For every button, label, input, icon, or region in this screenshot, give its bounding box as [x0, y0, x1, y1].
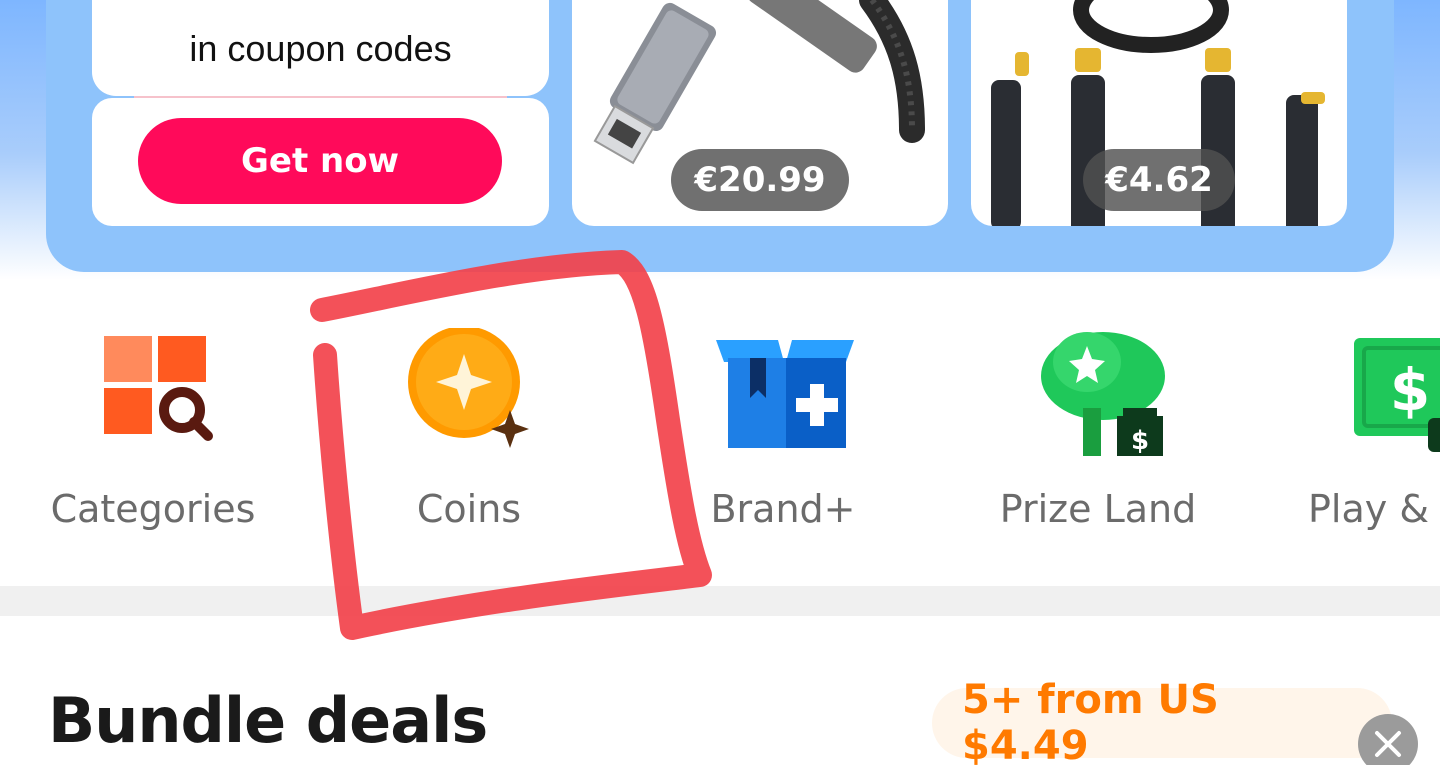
- coin-icon: [408, 328, 529, 448]
- bundle-deals-link[interactable]: 5+ from US $4.49 ›: [932, 677, 1392, 765]
- nav-prize-land[interactable]: $ Prize Land: [968, 320, 1228, 560]
- product-card-usbc[interactable]: €4.62: [971, 0, 1347, 226]
- svg-text:$: $: [1390, 356, 1430, 424]
- nav-label: Categories: [50, 487, 256, 531]
- brand-plus-icon: [716, 340, 854, 448]
- close-button[interactable]: [1358, 714, 1418, 765]
- bundle-deals-link-label: 5+ from US $4.49: [962, 677, 1219, 765]
- get-now-button[interactable]: Get now: [138, 118, 502, 204]
- price-pill: €4.62: [1083, 149, 1235, 211]
- categories-icon: [104, 336, 213, 441]
- cash-icon: $: [1354, 338, 1440, 452]
- product-card-cable[interactable]: €20.99: [572, 0, 948, 226]
- coupon-text: in coupon codes: [189, 28, 452, 69]
- nav-label: Coins: [416, 487, 522, 531]
- price-pill: €20.99: [671, 149, 849, 211]
- bundle-deals-title: Bundle deals: [48, 684, 488, 757]
- nav-label: Play & I: [1308, 487, 1440, 531]
- nav-brand-plus[interactable]: Brand+: [653, 320, 913, 560]
- nav-coins[interactable]: Coins: [339, 320, 599, 560]
- nav-categories[interactable]: Categories: [23, 320, 283, 560]
- nav-play[interactable]: $ Play & I: [1280, 320, 1440, 560]
- section-divider: [0, 586, 1440, 616]
- nav-label: Brand+: [710, 487, 856, 531]
- close-icon: [1375, 731, 1401, 757]
- nav-label: Prize Land: [999, 487, 1197, 531]
- prize-tree-icon: $: [1041, 332, 1165, 456]
- svg-text:$: $: [1131, 426, 1149, 456]
